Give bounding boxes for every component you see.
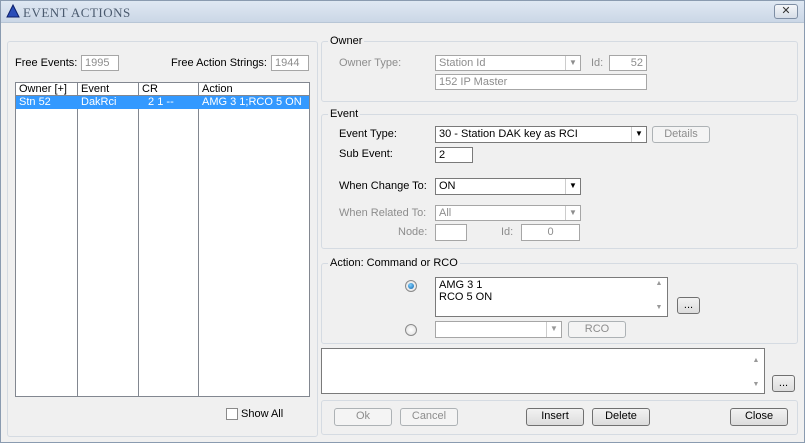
header-event[interactable]: Event (78, 83, 109, 96)
when-related-to-value: All (439, 207, 452, 219)
owner-type-label: Owner Type: (339, 57, 402, 69)
cell-owner: Stn 52 (19, 96, 51, 108)
when-related-to-label: When Related To: (339, 207, 427, 219)
header-action[interactable]: Action (199, 83, 233, 96)
app-logo-icon (6, 4, 20, 18)
event-id-field: 0 (521, 224, 580, 241)
chevron-down-icon: ▼ (565, 206, 580, 220)
when-change-to-select[interactable]: ON ▼ (435, 178, 581, 195)
close-button[interactable]: Close (730, 408, 788, 426)
cancel-button[interactable]: Cancel (400, 408, 458, 426)
node-field (435, 224, 467, 241)
column-divider (16, 83, 78, 396)
scrollbar[interactable]: ▲ ▼ (748, 349, 764, 393)
ok-button[interactable]: Ok (334, 408, 392, 426)
owner-name-field: 152 IP Master (435, 74, 647, 90)
title-bar: EVENT ACTIONS ✕ (1, 1, 804, 23)
owner-id-field: 52 (609, 55, 647, 71)
free-action-strings-field: 1944 (271, 55, 309, 71)
event-type-value: 30 - Station DAK key as RCI (439, 128, 578, 140)
owner-type-select: Station Id ▼ (435, 55, 581, 71)
notes-textarea[interactable]: ▲ ▼ (321, 348, 765, 394)
cell-action: AMG 3 1;RCO 5 ON (202, 96, 302, 108)
list-header: Owner [+] Event CR Action (16, 83, 309, 96)
chevron-down-icon: ▼ (565, 179, 580, 194)
sub-event-field[interactable]: 2 (435, 147, 473, 163)
chevron-down-icon: ▼ (565, 56, 580, 70)
when-change-to-value: ON (439, 180, 456, 192)
free-events-field: 1995 (81, 55, 119, 71)
scrollbar[interactable]: ▲ ▼ (651, 278, 667, 316)
insert-button[interactable]: Insert (526, 408, 584, 426)
event-legend: Event (328, 108, 361, 120)
delete-button[interactable]: Delete (592, 408, 650, 426)
command-ellipsis-button[interactable]: ... (677, 297, 700, 314)
event-id-label: Id: (501, 226, 514, 238)
command-radio[interactable] (405, 280, 417, 292)
details-button[interactable]: Details (652, 126, 710, 143)
header-cr[interactable]: CR (139, 83, 158, 96)
command-textarea[interactable]: AMG 3 1 RCO 5 ON ▲ ▼ (435, 277, 668, 317)
owner-legend: Owner (328, 35, 365, 47)
table-row[interactable]: Stn 52 DakRci 2 1 -- AMG 3 1;RCO 5 ON (16, 96, 309, 109)
node-label: Node: (398, 226, 428, 238)
show-all-checkbox[interactable] (226, 408, 238, 420)
event-type-label: Event Type: (339, 128, 397, 140)
command-line: AMG 3 1 (439, 279, 483, 291)
cell-event: DakRci (81, 96, 117, 108)
command-line: RCO 5 ON (439, 291, 493, 303)
free-action-strings-label: Free Action Strings: (171, 57, 267, 69)
rco-radio[interactable] (405, 324, 417, 336)
window-title: EVENT ACTIONS (23, 5, 131, 20)
close-window-button[interactable]: ✕ (774, 4, 798, 19)
event-type-select[interactable]: 30 - Station DAK key as RCI ▼ (435, 126, 647, 143)
chevron-down-icon: ▼ (546, 322, 561, 337)
rco-select[interactable]: ▼ (435, 321, 562, 338)
column-divider (78, 83, 139, 396)
notes-ellipsis-button[interactable]: ... (772, 375, 795, 392)
free-events-label: Free Events: (15, 57, 78, 69)
event-actions-window: EVENT ACTIONS ✕ Free Events: 1995 Free A… (0, 0, 805, 443)
rco-button[interactable]: RCO (568, 321, 626, 338)
owner-group: Owner (321, 35, 798, 102)
cell-cr: 2 1 -- (145, 96, 174, 108)
owner-type-value: Station Id (439, 57, 486, 69)
chevron-down-icon: ▼ (631, 127, 646, 142)
when-change-to-label: When Change To: (339, 180, 427, 192)
action-legend: Action: Command or RCO (328, 257, 460, 269)
column-divider (139, 83, 199, 396)
show-all-label: Show All (241, 408, 284, 420)
when-related-to-select: All ▼ (435, 205, 581, 221)
events-list[interactable]: Owner [+] Event CR Action Stn 52 DakRci … (15, 82, 310, 397)
sub-event-label: Sub Event: (339, 148, 393, 160)
owner-id-label: Id: (591, 57, 604, 69)
header-owner[interactable]: Owner [+] (16, 83, 67, 96)
